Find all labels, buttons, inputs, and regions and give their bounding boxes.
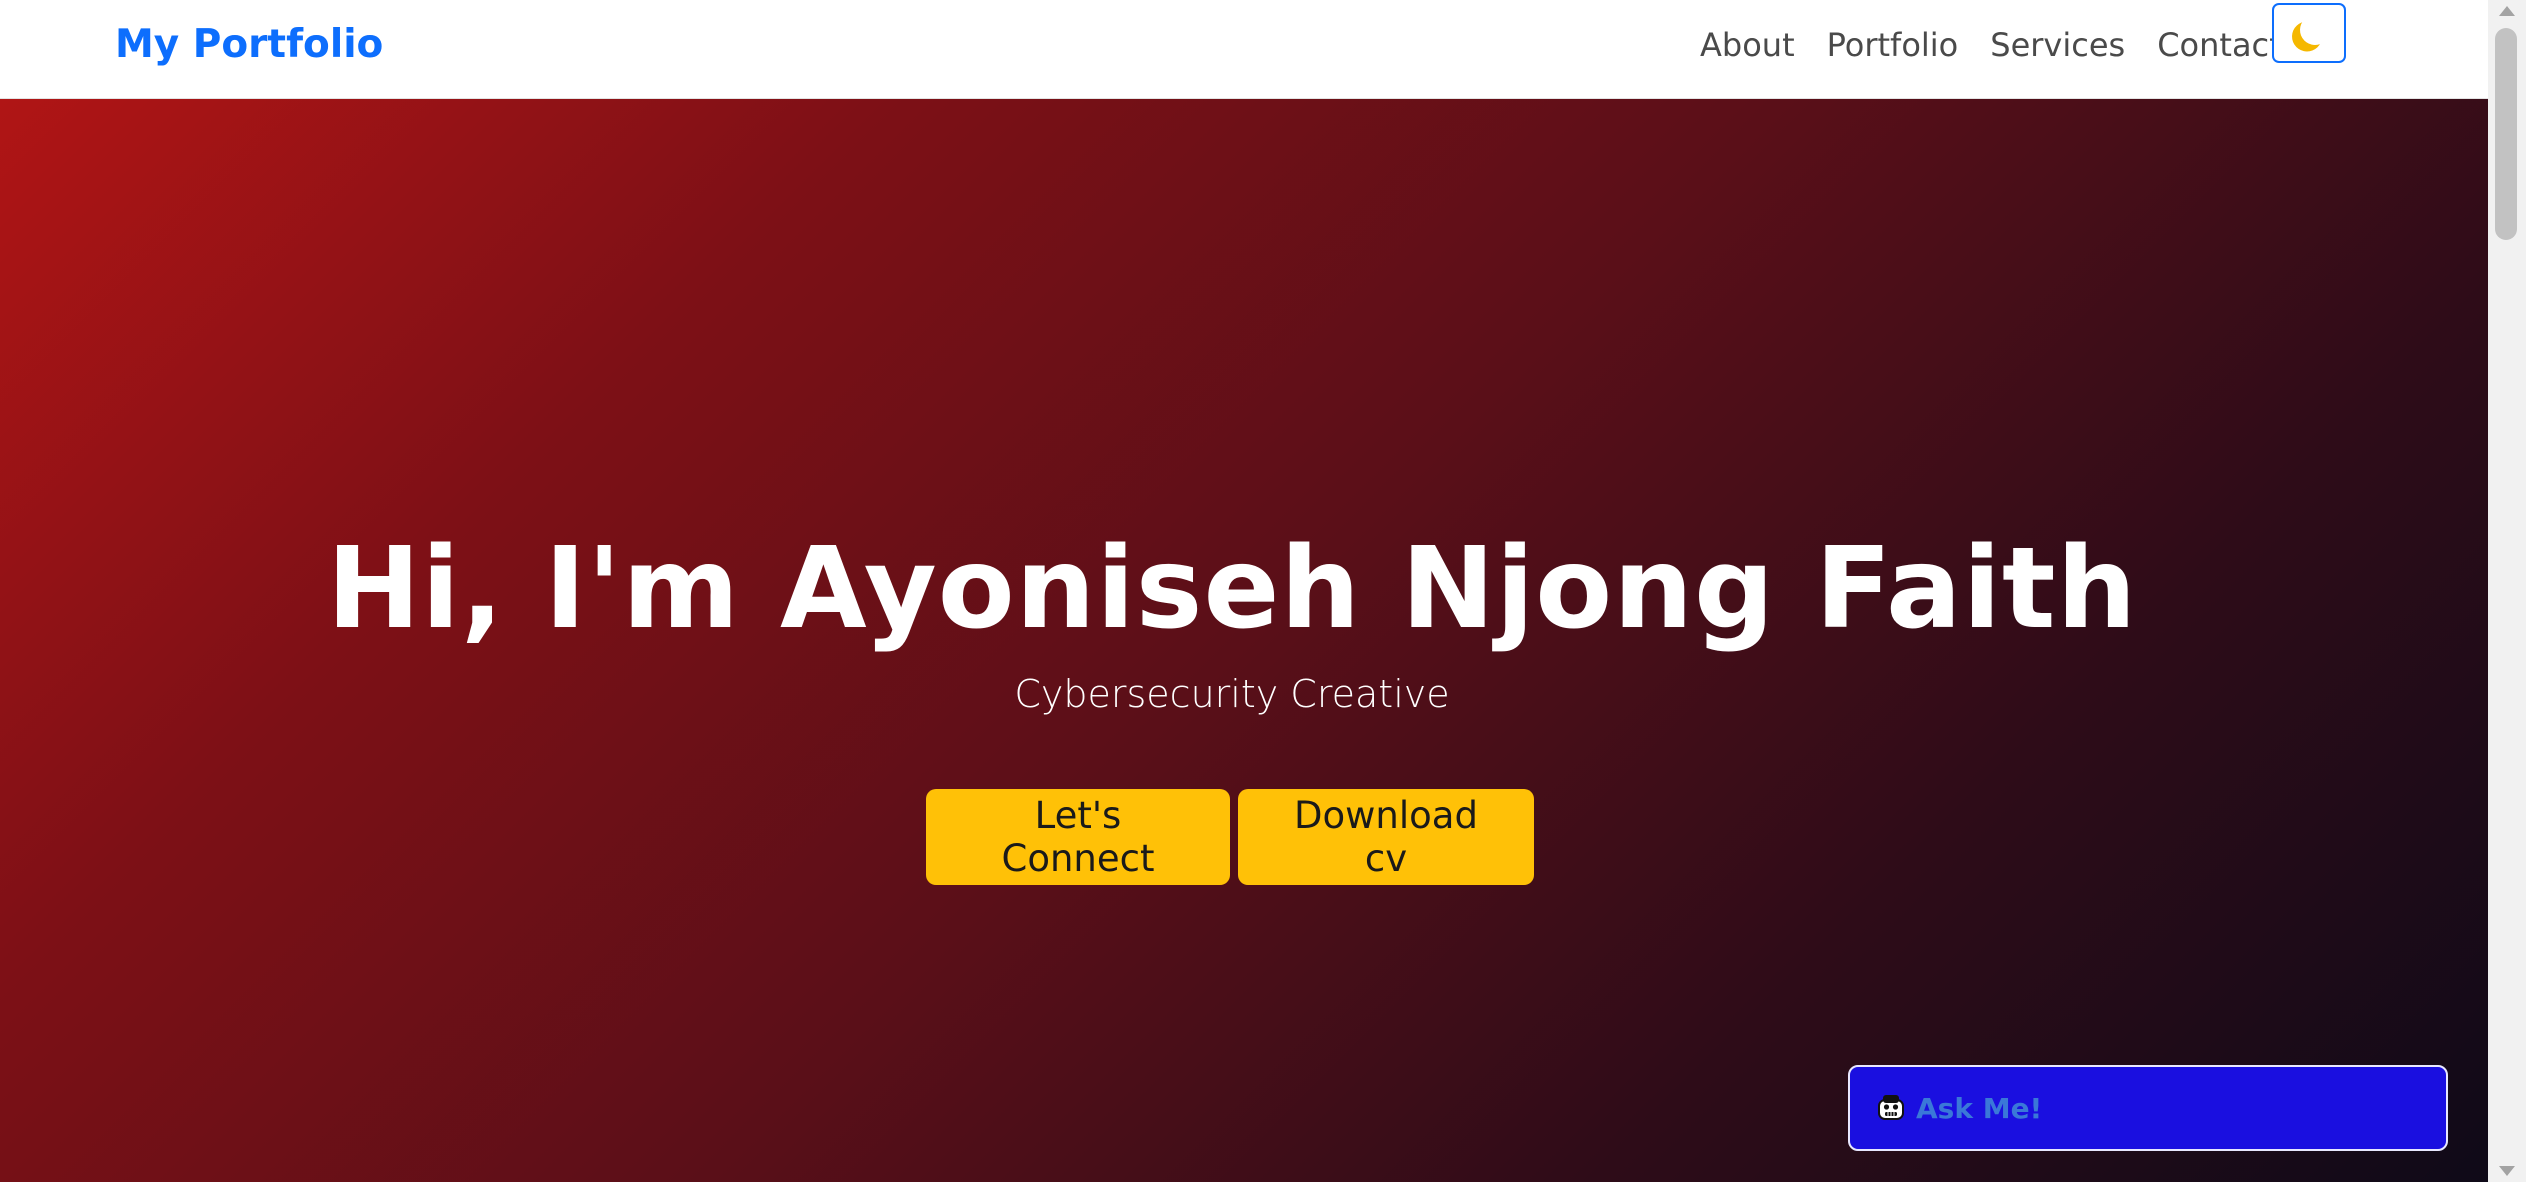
nav-links: About Portfolio Services Contact [1684,20,2298,70]
theme-toggle-button[interactable] [2272,3,2346,63]
navbar: My Portfolio About Portfolio Services Co… [0,0,2488,99]
hero-subtitle: Cybersecurity Creative [1014,672,1450,716]
page: My Portfolio About Portfolio Services Co… [0,0,2488,1182]
scrollbar-thumb[interactable] [2495,28,2517,240]
nav-link-about[interactable]: About [1684,20,1811,70]
robot-icon [1876,1093,1906,1123]
lets-connect-button[interactable]: Let's Connect [926,789,1230,885]
hero-buttons: Let's Connect Download cv [926,789,1534,885]
download-cv-button[interactable]: Download cv [1238,789,1534,885]
scroll-down-arrow-icon[interactable] [2499,1166,2515,1176]
brand-logo-link[interactable]: My Portfolio [115,20,383,70]
ask-me-label: Ask Me! [1916,1091,2043,1125]
hero-section: Hi, I'm Ayoniseh Njong Faith Cybersecuri… [0,99,2488,1182]
nav-link-services[interactable]: Services [1974,20,2141,70]
hero-title: Hi, I'm Ayoniseh Njong Faith [326,524,2138,654]
nav-link-portfolio[interactable]: Portfolio [1811,20,1975,70]
page-scrollbar[interactable] [2488,0,2526,1182]
scroll-up-arrow-icon[interactable] [2499,6,2515,16]
moon-icon [2298,13,2333,48]
ask-me-chat-button[interactable]: Ask Me! [1848,1065,2448,1151]
